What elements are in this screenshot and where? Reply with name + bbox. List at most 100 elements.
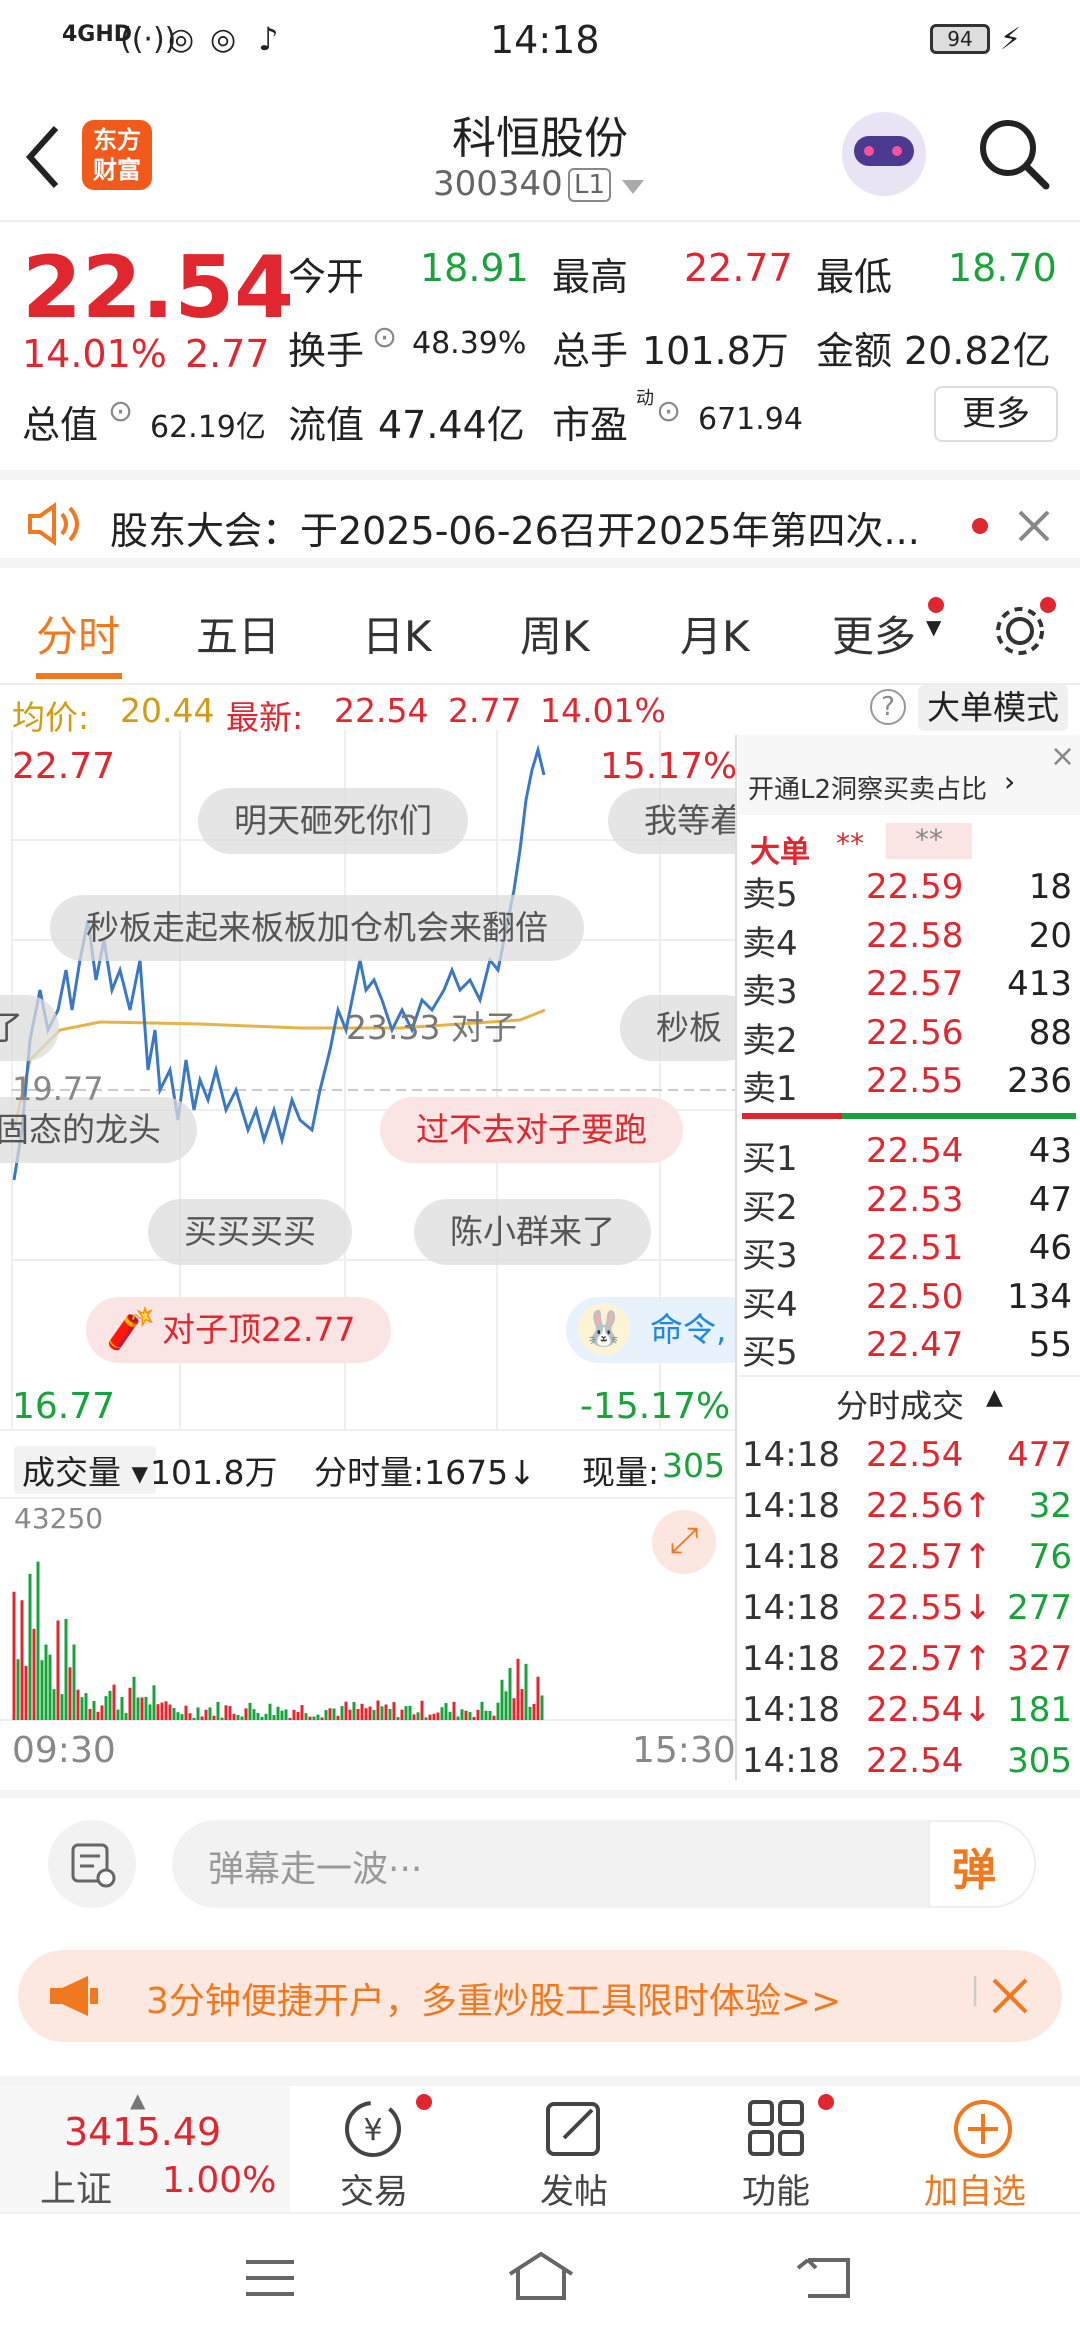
- sell-row[interactable]: 卖4 22.58 20: [738, 916, 1080, 964]
- barrage-chip[interactable]: 秒板走起来板板加仓机会来翻倍: [50, 895, 584, 961]
- ticks-title[interactable]: 分时成交: [836, 1381, 964, 1427]
- tick-price: 22.56↑: [866, 1486, 992, 1526]
- banner-close-icon[interactable]: ×: [1050, 739, 1075, 774]
- close-icon[interactable]: [1016, 508, 1052, 544]
- tick-price: 22.54: [866, 1741, 964, 1781]
- buy-level: 买5: [742, 1333, 798, 1373]
- buy-row[interactable]: 买3 22.51 46: [738, 1228, 1080, 1276]
- buy-row[interactable]: 买5 22.47 55: [738, 1325, 1080, 1373]
- volume-total: 101.8万: [150, 1453, 278, 1492]
- menu-icon[interactable]: [244, 2256, 296, 2300]
- barrage-chip[interactable]: 买买买买: [148, 1199, 352, 1265]
- buy-qty: 46: [1028, 1228, 1072, 1268]
- time-start: 09:30: [12, 1730, 116, 1771]
- bottom-area: 弹幕走一波··· 弹 3分钟便捷开户，多重炒股工具限时体验>> | ▲ 3415…: [0, 1790, 1080, 2340]
- megaphone-icon: [50, 1976, 98, 2016]
- status-bar: 4GHD ((·)) ◎ ◎ ♪ 14:18 94 ⚡: [0, 0, 1080, 82]
- buy-row[interactable]: 买1 22.54 43: [738, 1131, 1080, 1179]
- help-icon[interactable]: ?: [870, 689, 906, 725]
- info-icon-3[interactable]: ⊙: [656, 394, 681, 429]
- tick-price: 22.57↑: [866, 1537, 992, 1577]
- barrage-chip[interactable]: 陈小群来了: [414, 1199, 651, 1265]
- home-icon[interactable]: [506, 2250, 576, 2302]
- buy-price: 22.53: [866, 1179, 964, 1220]
- post-edit-icon: [546, 2102, 600, 2156]
- buy-row[interactable]: 买4 22.50 134: [738, 1277, 1080, 1325]
- change-percent: 14.01%: [22, 332, 167, 376]
- robot-avatar[interactable]: [842, 112, 926, 196]
- trade-dot: [416, 2094, 432, 2110]
- barrage-chip-highlight[interactable]: 过不去对子要跑: [380, 1097, 683, 1163]
- sell-row[interactable]: 卖1 22.55 236: [738, 1061, 1080, 1109]
- barrage-chip[interactable]: 明天砸死你们: [198, 788, 468, 854]
- volume-header: 成交量 ▾ 101.8万 分时量:1675↓ 现量: 305: [0, 1442, 735, 1494]
- level-badge[interactable]: L1: [568, 168, 612, 202]
- big-order-mode-button[interactable]: 大单模式: [918, 685, 1068, 731]
- buy-price: 22.47: [866, 1325, 964, 1365]
- system-nav-bar: [0, 2212, 1080, 2340]
- promo-close-icon[interactable]: [990, 1976, 1030, 2016]
- back-nav-icon[interactable]: [794, 2250, 854, 2302]
- order-book: 开通L2洞察买卖占比 › × 大单 ** ** 分时成交 ▲ 卖5 22.59 18…: [738, 735, 1080, 1781]
- chevron-down-icon[interactable]: [622, 180, 644, 196]
- danmu-input[interactable]: 弹幕走一波··· 弹: [172, 1820, 1036, 1908]
- sell-level: 卖2: [742, 1020, 798, 1061]
- promo-banner[interactable]: 3分钟便捷开户，多重炒股工具限时体验>> |: [18, 1950, 1062, 2042]
- tick-row: 14:18 22.55↓ 277: [738, 1588, 1080, 1636]
- barrage-chip[interactable]: 秒板: [620, 995, 735, 1061]
- nav-add-label: 加自选: [924, 2172, 1026, 2212]
- tick-time: 14:18: [742, 1690, 840, 1730]
- nav-trade-label: 交易: [340, 2172, 408, 2212]
- y-max-label: 22.77: [12, 746, 116, 787]
- tab-more[interactable]: 更多: [832, 603, 916, 664]
- mcap-label: 总值: [22, 403, 99, 447]
- barrage-chip[interactable]: 了: [0, 995, 59, 1061]
- expand-icon[interactable]: ⤢: [652, 1510, 716, 1574]
- tick-qty: 277: [1007, 1588, 1072, 1628]
- firecracker-icon: 🧨: [106, 1306, 156, 1352]
- big-order-stars-2: **: [886, 823, 972, 859]
- now-volume: 305: [662, 1446, 725, 1485]
- buy-row[interactable]: 买2 22.53 47: [738, 1180, 1080, 1228]
- danmu-send-button[interactable]: 弹: [928, 1820, 1036, 1908]
- tab-monthly-k[interactable]: 月K: [680, 603, 750, 664]
- tick-row: 14:18 22.57↑ 327: [738, 1639, 1080, 1687]
- nav-trade[interactable]: ¥ 交易: [320, 2086, 440, 2212]
- info-icon[interactable]: ⊙: [372, 320, 397, 355]
- tick-time: 14:18: [742, 1537, 840, 1577]
- index-name: 上证: [40, 2169, 113, 2210]
- index-pct: 1.00%: [162, 2160, 277, 2201]
- search-icon[interactable]: [976, 116, 1050, 190]
- info-icon-2[interactable]: ⊙: [108, 394, 133, 429]
- open-value: 18.91: [420, 246, 529, 290]
- sell-row[interactable]: 卖3 22.57 413: [738, 964, 1080, 1012]
- danmu-settings-icon: [71, 1843, 116, 1888]
- tab-intraday[interactable]: 分时: [36, 603, 120, 664]
- tick-qty: 305: [1007, 1741, 1072, 1781]
- nav-add-watchlist[interactable]: 加自选: [912, 2086, 1052, 2212]
- intraday-chart[interactable]: 明天砸死你们 我等着 秒板走起来板板加仓机会来翻倍 23.33 对子 秒板 过不…: [0, 730, 738, 1780]
- barrage-chip[interactable]: 23.33 对子: [310, 995, 553, 1061]
- fen-volume: 分时量:1675↓: [314, 1453, 536, 1492]
- open-label: 今开: [288, 255, 365, 299]
- sell-price: 22.56: [866, 1012, 964, 1053]
- more-button[interactable]: 更多: [934, 386, 1058, 442]
- tick-qty: 327: [1007, 1639, 1072, 1679]
- index-ticker[interactable]: ▲ 3415.49 上证 1.00%: [0, 2086, 290, 2212]
- sell-row[interactable]: 卖5 22.59 18: [738, 867, 1080, 915]
- buy-sell-ratio-bar: [742, 1113, 1076, 1119]
- tab-weekly-k[interactable]: 周K: [520, 603, 590, 664]
- pct-max-label: 15.17%: [600, 746, 738, 787]
- sell-row[interactable]: 卖2 22.56 88: [738, 1013, 1080, 1061]
- barrage-chip[interactable]: 我等着: [608, 788, 735, 854]
- bottom-nav: ▲ 3415.49 上证 1.00% ¥ 交易 发帖 功能 加自选: [0, 2086, 1080, 2212]
- nav-post[interactable]: 发帖: [520, 2086, 640, 2212]
- tab-five-day[interactable]: 五日: [196, 603, 280, 664]
- nav-functions[interactable]: 功能: [722, 2086, 842, 2212]
- l2-banner[interactable]: 开通L2洞察买卖占比 › ×: [738, 735, 1080, 815]
- notice-bar[interactable]: 股东大会：于2025-06-26召开2025年第四次...: [0, 470, 1080, 568]
- amount-label: 金额: [816, 329, 893, 373]
- tab-daily-k[interactable]: 日K: [362, 603, 432, 664]
- danmu-settings-button[interactable]: [48, 1820, 136, 1908]
- volume-selector[interactable]: 成交量 ▾: [14, 1446, 157, 1494]
